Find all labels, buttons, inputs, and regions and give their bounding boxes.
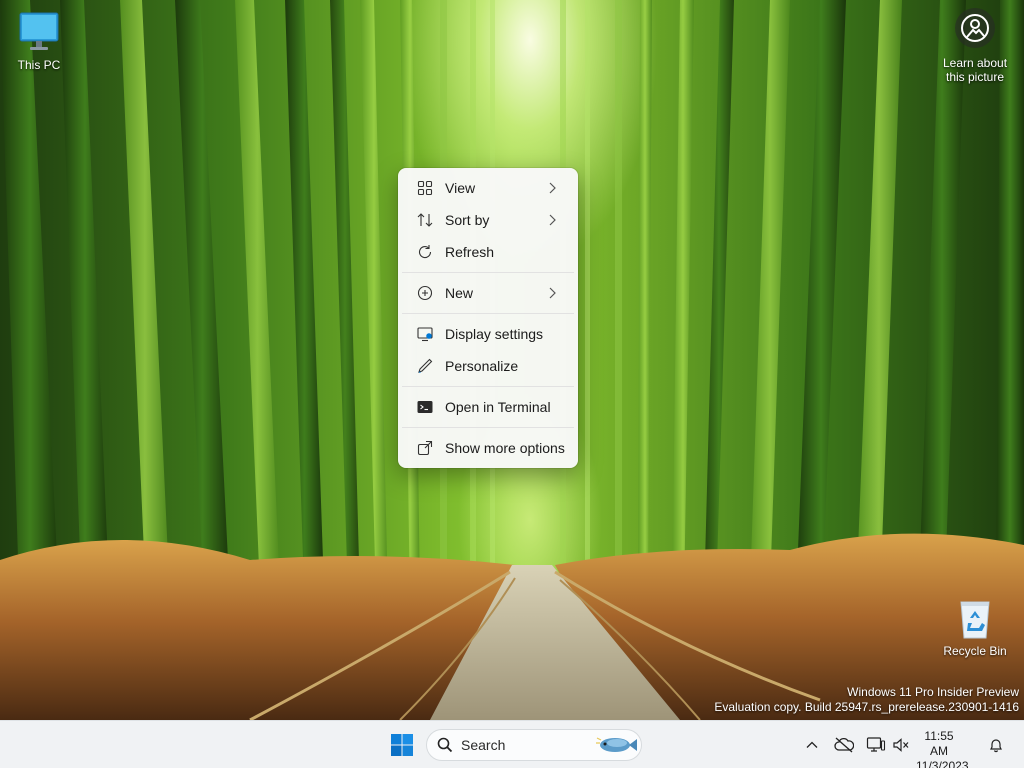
chevron-right-icon [549, 214, 556, 226]
menu-item-personalize[interactable]: Personalize [402, 350, 574, 382]
watermark-line-1: Windows 11 Pro Insider Preview [847, 685, 1019, 699]
personalize-pen-icon [416, 357, 434, 375]
volume-tray-button[interactable] [889, 733, 913, 757]
menu-item-show-more-options[interactable]: Show more options [402, 432, 574, 464]
learn-line-2: this picture [945, 70, 1005, 84]
menu-item-label: Open in Terminal [445, 399, 551, 415]
desktop-context-menu: View Sort by Refresh New Display setting… [398, 168, 578, 468]
onedrive-offline-icon [834, 737, 854, 753]
watermark-line-2: Evaluation copy. Build 25947.rs_prerelea… [714, 700, 1019, 714]
onedrive-tray-button[interactable] [832, 733, 856, 757]
menu-item-label: Show more options [445, 440, 565, 456]
menu-item-open-in-terminal[interactable]: Open in Terminal [402, 391, 574, 423]
view-grid-icon [416, 179, 434, 197]
clock-time: 11:55 AM [924, 729, 954, 758]
menu-separator [402, 386, 574, 387]
search-highlight-fish-icon [596, 737, 637, 752]
learn-about-this-picture-button[interactable]: Learn about this picture [936, 8, 1014, 84]
show-hidden-icons-button[interactable] [800, 733, 824, 757]
refresh-icon [416, 243, 434, 261]
network-icon [866, 737, 886, 752]
menu-item-label: Display settings [445, 326, 544, 342]
menu-item-refresh[interactable]: Refresh [402, 236, 574, 268]
menu-item-view[interactable]: View [402, 172, 574, 204]
display-settings-icon [416, 325, 434, 343]
desktop-icon-this-pc[interactable]: This PC [0, 10, 78, 72]
show-more-icon [416, 439, 434, 457]
clock-date: 11/3/2023 [916, 759, 969, 768]
menu-item-label: Refresh [445, 244, 495, 260]
notification-center-button[interactable] [984, 733, 1008, 757]
menu-item-label: Sort by [445, 212, 490, 228]
menu-item-sort-by[interactable]: Sort by [402, 204, 574, 236]
recycle-bin-icon [960, 601, 990, 639]
menu-item-new[interactable]: New [402, 277, 574, 309]
menu-separator [402, 427, 574, 428]
learn-line-1: Learn about [942, 56, 1008, 70]
chevron-right-icon [549, 287, 556, 299]
windows-start-icon [391, 734, 413, 756]
search-label: Search [461, 737, 506, 753]
volume-muted-icon [893, 738, 909, 752]
menu-item-label: View [445, 180, 476, 196]
taskbar: Search 11:55 AM 11/3/2023 [0, 720, 1024, 768]
clock-button[interactable]: 11:55 AM 11/3/2023 [916, 729, 969, 768]
evaluation-watermark: Windows 11 Pro Insider Preview Evaluatio… [714, 685, 1019, 715]
terminal-icon [416, 398, 434, 416]
chevron-up-icon [806, 741, 818, 748]
sort-icon [416, 211, 434, 229]
network-tray-button[interactable] [864, 733, 888, 757]
menu-separator [402, 313, 574, 314]
bell-icon [990, 739, 1002, 753]
start-button[interactable] [386, 729, 418, 761]
search-icon [437, 737, 453, 753]
menu-item-label: Personalize [445, 358, 519, 374]
computer-icon [19, 12, 59, 50]
menu-item-label: New [445, 285, 474, 301]
desktop-icon-recycle-bin[interactable]: Recycle Bin [936, 596, 1014, 658]
taskbar-search-box[interactable]: Search [426, 729, 642, 761]
new-plus-icon [416, 284, 434, 302]
chevron-right-icon [549, 182, 556, 194]
recycle-bin-label: Recycle Bin [943, 644, 1007, 658]
this-pc-label: This PC [17, 58, 61, 72]
spotlight-icon [955, 8, 995, 48]
menu-separator [402, 272, 574, 273]
menu-item-display-settings[interactable]: Display settings [402, 318, 574, 350]
